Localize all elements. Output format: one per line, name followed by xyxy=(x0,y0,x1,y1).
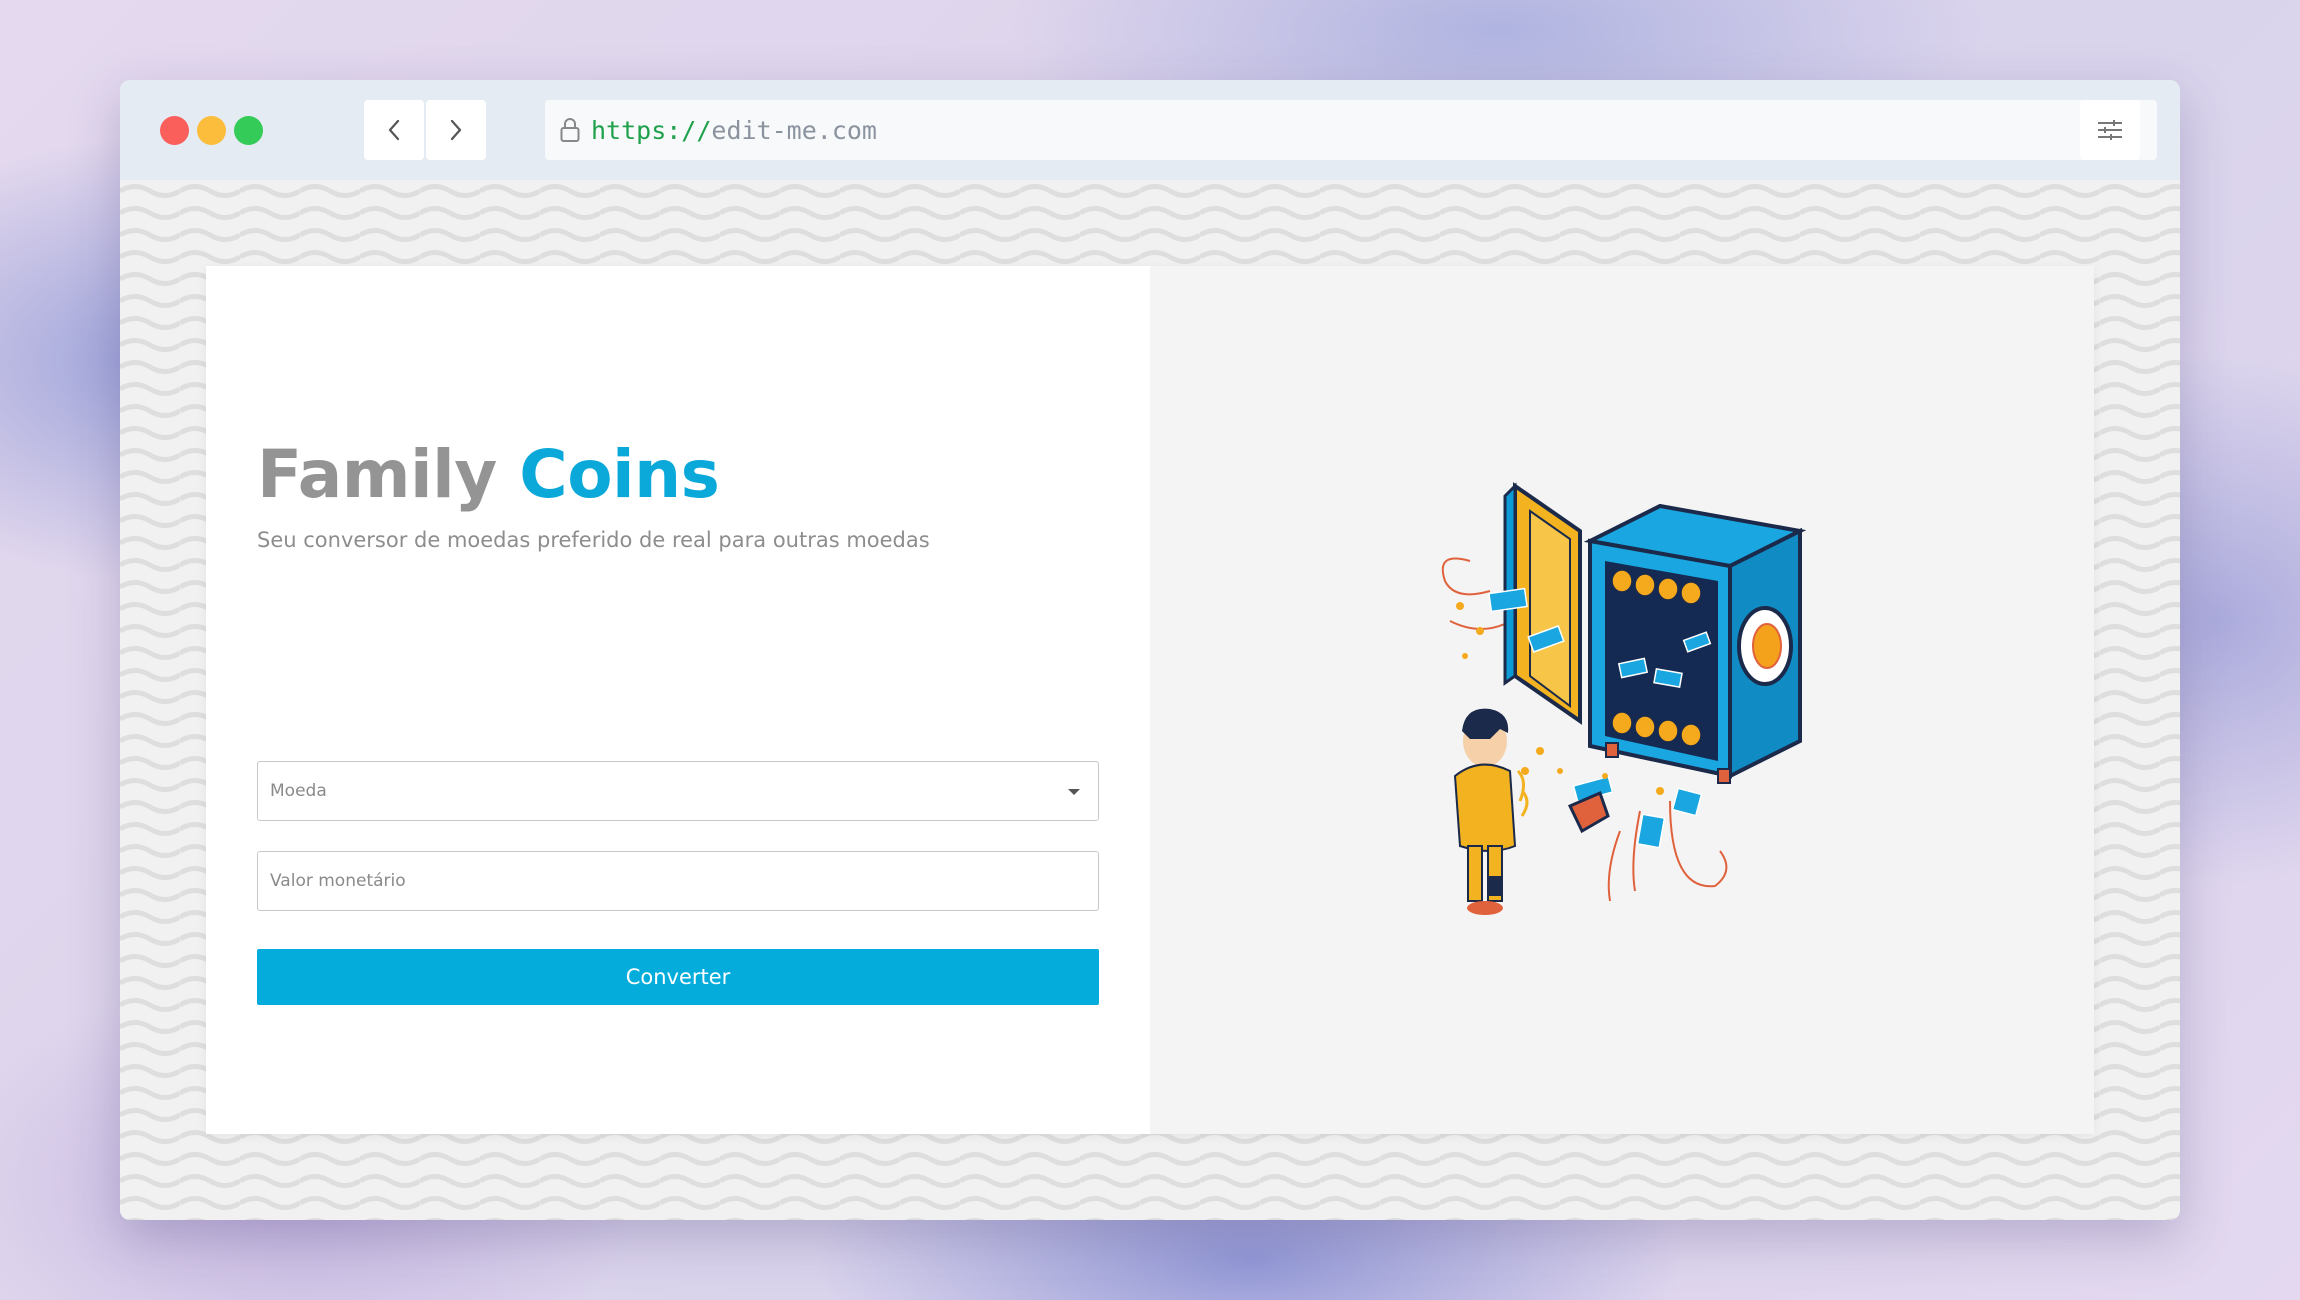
brand-word-family: Family xyxy=(257,436,497,513)
money-safe-illustration xyxy=(1441,482,1807,915)
page-viewport: Family Coins Seu conversor de moedas pre… xyxy=(120,180,2180,1220)
back-button[interactable] xyxy=(364,100,424,160)
brand-word-coins: Coins xyxy=(519,436,720,513)
minimize-window-dot[interactable] xyxy=(197,116,226,145)
browser-toolbar: https://edit-me.com xyxy=(120,80,2180,180)
forward-button[interactable] xyxy=(426,100,486,160)
currency-select[interactable]: Moeda xyxy=(257,761,1099,821)
page-title: Family Coins xyxy=(257,442,720,508)
chevron-left-icon xyxy=(388,119,400,141)
maximize-window-dot[interactable] xyxy=(234,116,263,145)
close-window-dot[interactable] xyxy=(160,116,189,145)
browser-window: https://edit-me.com Family Coins Seu con… xyxy=(120,80,2180,1220)
amount-field-wrapper xyxy=(257,851,1099,911)
chevron-right-icon xyxy=(450,119,462,141)
settings-button[interactable] xyxy=(2080,100,2140,160)
url-host: edit-me.com xyxy=(711,115,877,145)
main-card: Family Coins Seu conversor de moedas pre… xyxy=(206,266,2094,1134)
lock-icon xyxy=(557,116,583,144)
illustration-panel xyxy=(1150,266,2094,1134)
converter-panel: Family Coins Seu conversor de moedas pre… xyxy=(206,266,1150,1134)
amount-input[interactable] xyxy=(258,852,1098,910)
currency-select-label: Moeda xyxy=(270,781,327,801)
caret-down-icon xyxy=(1068,789,1080,795)
address-bar[interactable]: https://edit-me.com xyxy=(545,100,2157,160)
address-url: https://edit-me.com xyxy=(591,116,877,145)
convert-button[interactable]: Converter xyxy=(257,949,1099,1005)
sliders-icon xyxy=(2098,120,2122,140)
tagline: Seu conversor de moedas preferido de rea… xyxy=(257,528,930,552)
url-protocol: https:// xyxy=(591,115,712,145)
